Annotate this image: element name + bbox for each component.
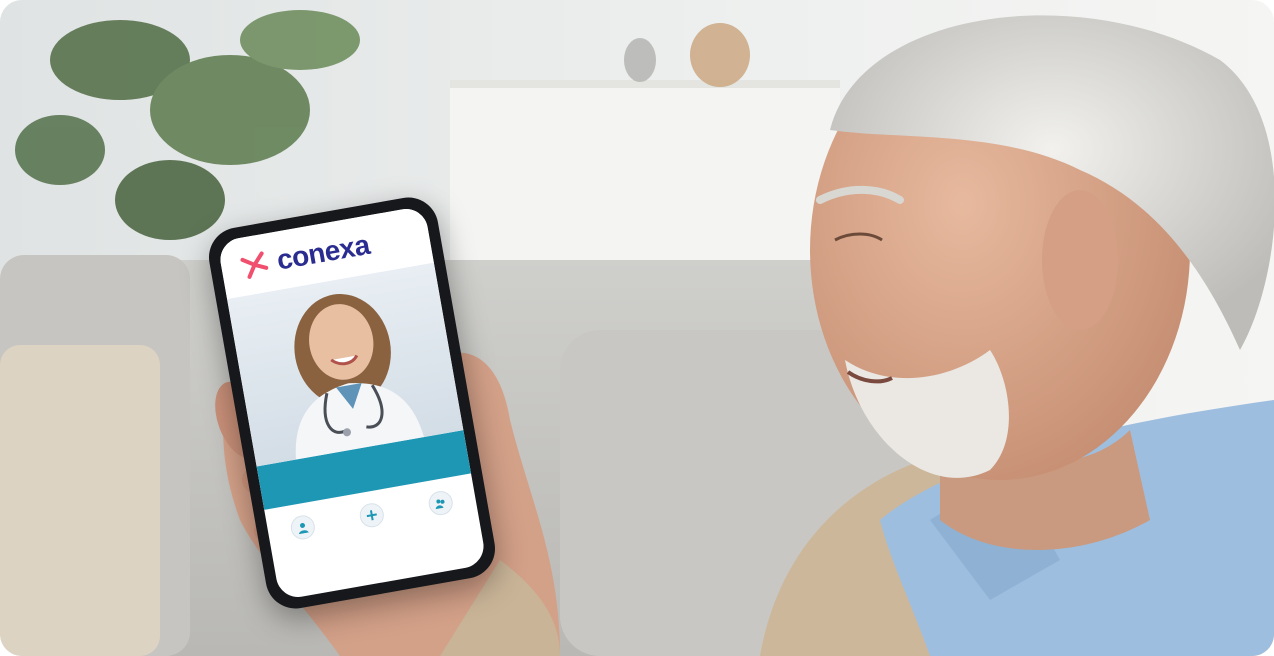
background-scene xyxy=(0,0,1274,656)
photo: conexa xyxy=(0,0,1274,656)
